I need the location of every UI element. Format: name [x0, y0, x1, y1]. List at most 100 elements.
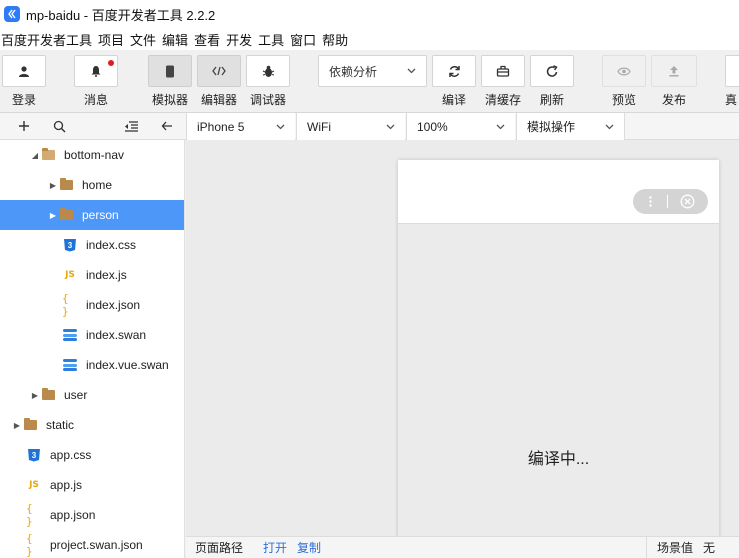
title-bar: mp-baidu - 百度开发者工具 2.2.2 [0, 0, 739, 28]
tree-item-label: app.json [50, 508, 96, 522]
messages-button[interactable] [74, 55, 118, 87]
tree-item-home[interactable]: ▶ home [0, 170, 184, 200]
compile-icon [448, 65, 460, 77]
compile-label: 编译 [441, 93, 466, 107]
publish-label: 发布 [661, 93, 686, 107]
menu-file[interactable]: 文件 [130, 30, 162, 49]
menu-bar: 百度开发者工具 项目 文件 编辑 查看 开发 工具 窗口 帮助 [0, 28, 739, 50]
real-device-label: 真 [725, 93, 738, 107]
folder-icon [22, 418, 38, 432]
tree-item-project-swan-json[interactable]: { } project.swan.json [0, 530, 184, 558]
network-select[interactable]: WiFi [296, 113, 405, 140]
copy-link[interactable]: 复制 [297, 539, 321, 556]
broom-icon [496, 65, 510, 77]
menu-project[interactable]: 项目 [98, 30, 130, 49]
preview-label: 预览 [611, 93, 636, 107]
tree-item-index-json[interactable]: { } index.json [0, 290, 184, 320]
zoom-value: 100% [417, 119, 448, 134]
menu-edit[interactable]: 编辑 [162, 30, 194, 49]
messages-label: 消息 [83, 93, 108, 107]
caret-right-icon[interactable]: ▶ [48, 181, 58, 190]
folder-open-icon [40, 148, 56, 162]
chevron-down-icon [496, 124, 505, 129]
tree-item-app-json[interactable]: { } app.json [0, 500, 184, 530]
swan-file-icon [62, 328, 78, 342]
more-icon[interactable] [633, 196, 667, 207]
close-icon[interactable] [668, 194, 706, 209]
status-bar: 页面路径 打开 复制 场景值 无 [186, 536, 739, 558]
tree-item-static[interactable]: ▶ static [0, 410, 184, 440]
simulate-operation-select[interactable]: 模拟操作 [516, 113, 625, 140]
editor-label: 编辑器 [200, 93, 237, 107]
menu-tools[interactable]: 工具 [258, 30, 290, 49]
hide-sidebar-button[interactable] [157, 117, 177, 135]
real-device-debug-button[interactable] [725, 55, 739, 87]
css-file-icon: 3 [26, 448, 42, 462]
app-logo-icon [4, 6, 20, 22]
tree-item-label: project.swan.json [50, 538, 143, 552]
json-file-icon: { } [62, 292, 69, 318]
tree-item-label: index.js [86, 268, 127, 282]
window-title: mp-baidu - 百度开发者工具 2.2.2 [26, 7, 216, 23]
open-link[interactable]: 打开 [263, 539, 287, 556]
chevron-down-icon [386, 124, 395, 129]
css-file-icon: 3 [62, 238, 78, 252]
caret-down-icon[interactable]: ◢ [30, 151, 40, 160]
folder-icon [40, 388, 56, 402]
tree-item-label: home [82, 178, 113, 192]
tree-item-person[interactable]: ▶ person [0, 200, 184, 230]
notification-dot [108, 60, 114, 66]
outdent-icon [124, 120, 138, 132]
compile-button[interactable] [432, 55, 476, 87]
bug-icon [262, 65, 274, 77]
tree-item-index-css[interactable]: 3 index.css [0, 230, 184, 260]
swan-file-icon [62, 358, 78, 372]
compiling-message: 编译中... [527, 451, 590, 468]
chevron-down-icon [407, 68, 416, 74]
simulator-toggle[interactable] [148, 55, 192, 87]
scene-label: 场景值 [645, 536, 693, 558]
tree-item-index-vue-swan[interactable]: index.vue.swan [0, 350, 184, 380]
tree-item-app-css[interactable]: 3 app.css [0, 440, 184, 470]
clear-cache-button[interactable] [481, 55, 525, 87]
tree-item-app-js[interactable]: JS app.js [0, 470, 184, 500]
tree-item-label: app.js [50, 478, 83, 492]
folder-icon [58, 178, 74, 192]
secondary-toolbar: iPhone 5 WiFi 100% 模拟操作 [0, 113, 739, 140]
folder-icon [58, 208, 74, 222]
tree-item-bottom-nav[interactable]: ◢ bottom-nav [0, 140, 184, 170]
plus-icon [19, 121, 29, 131]
caret-right-icon[interactable]: ▶ [48, 211, 58, 220]
menu-help[interactable]: 帮助 [322, 30, 354, 49]
debugger-label: 调试器 [249, 93, 286, 107]
caret-right-icon[interactable]: ▶ [12, 421, 22, 430]
network-value: WiFi [307, 119, 331, 134]
tree-item-user[interactable]: ▶ user [0, 380, 184, 410]
chevron-down-icon [276, 124, 285, 129]
menu-app[interactable]: 百度开发者工具 [0, 30, 98, 49]
debugger-toggle[interactable] [246, 55, 290, 87]
tree-item-label: static [46, 418, 75, 432]
caret-right-icon[interactable]: ▶ [30, 391, 40, 400]
simulator-phone-screen[interactable]: 编译中... [398, 160, 719, 540]
menu-window[interactable]: 窗口 [290, 30, 322, 49]
publish-button[interactable] [651, 55, 697, 87]
collapse-tree-button[interactable] [121, 117, 141, 135]
zoom-select[interactable]: 100% [406, 113, 515, 140]
json-file-icon: { } [26, 532, 33, 558]
add-file-button[interactable] [14, 117, 34, 135]
preview-button[interactable] [602, 55, 646, 87]
chevron-down-icon [605, 124, 614, 129]
tree-item-index-js[interactable]: JS index.js [0, 260, 184, 290]
search-files-button[interactable] [49, 117, 69, 135]
dependency-analysis-select[interactable]: 依赖分析 [318, 55, 427, 87]
menu-develop[interactable]: 开发 [226, 30, 258, 49]
menu-view[interactable]: 查看 [194, 30, 226, 49]
login-button[interactable] [2, 55, 46, 87]
refresh-button[interactable] [530, 55, 574, 87]
tree-item-label: index.css [86, 238, 137, 252]
device-select[interactable]: iPhone 5 [186, 113, 295, 140]
refresh-label: 刷新 [539, 93, 564, 107]
editor-toggle[interactable] [197, 55, 241, 87]
tree-item-index-swan[interactable]: index.swan [0, 320, 184, 350]
